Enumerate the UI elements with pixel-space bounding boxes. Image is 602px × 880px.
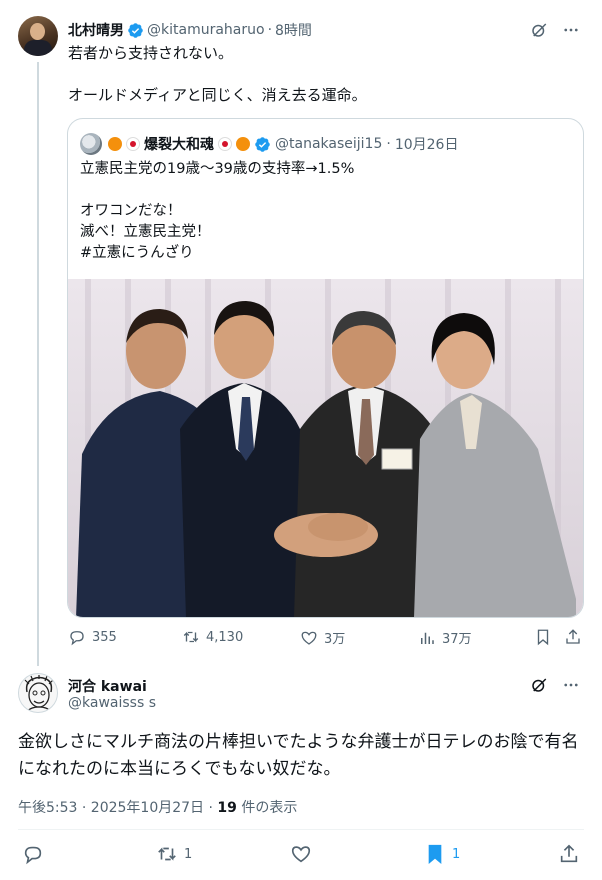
reply-view-label: 件の表示 [241, 800, 298, 816]
quoted-post-text: 立憲民主党の19歳〜39歳の支持率→1.5% オワコンだな！ 滅べ！立憲民主党！… [80, 159, 570, 264]
reply-icon [70, 631, 84, 646]
verified-badge-icon [128, 22, 143, 38]
author-name[interactable]: 北村晴男 [68, 20, 124, 40]
bookmark-icon [428, 844, 442, 865]
like-icon [291, 846, 311, 863]
views-icon [421, 632, 434, 644]
reply-text: 金欲しさにマルチ商法の片棒担いでたような弁護士が日テレのお陰で有名になれたのに本… [18, 732, 579, 779]
views-button[interactable]: 37万 [418, 628, 472, 647]
post-text-line [68, 64, 578, 85]
orange-circle-icon [236, 137, 250, 151]
reply-metadata: 午後5:53 · 2025年10月27日 · 19 件の表示 [18, 797, 297, 817]
like-button[interactable] [290, 843, 312, 865]
orange-circle-icon [108, 137, 122, 151]
post-action-bar: 355 4,130 3万 37万 [68, 628, 584, 652]
quoted-text-line: オワコンだな！ [80, 203, 182, 219]
quoted-author-avatar [80, 133, 102, 155]
reply-action-bar: 1 1 [18, 843, 584, 869]
repost-icon [183, 631, 199, 643]
reply-count: 355 [92, 629, 117, 645]
repost-count: 1 [184, 846, 193, 862]
quoted-text-line [80, 180, 570, 201]
grok-icon[interactable] [530, 676, 548, 694]
post-header: 北村晴男 @kitamuraharuo · 8時間 [68, 20, 312, 40]
verified-badge-icon [255, 136, 270, 152]
post-text: 若者から支持されない。 オールドメディアと同じく、消え去る運命。 [68, 43, 578, 106]
quoted-text-line: 滅べ！立憲民主党！ [80, 224, 211, 240]
like-count: 3万 [324, 632, 346, 647]
quoted-post-date: 10月26日 [394, 137, 459, 153]
bookmark-button[interactable] [534, 628, 552, 646]
quoted-text-line: 立憲民主党の19歳〜39歳の支持率→1.5% [80, 161, 355, 177]
share-icon [566, 629, 580, 644]
japan-flag-icon [218, 137, 232, 151]
quoted-author-name: 爆裂大和魂 [144, 137, 214, 153]
author-avatar[interactable] [18, 16, 58, 56]
reply-top-icons [530, 676, 580, 694]
like-button[interactable]: 3万 [300, 628, 345, 647]
reply-author-avatar[interactable] [18, 673, 58, 713]
reply-button[interactable] [22, 843, 44, 865]
author-handle[interactable]: @kitamuraharuo [147, 22, 265, 38]
hashtag-link[interactable]: #立憲にうんざり [80, 243, 570, 264]
reply-button[interactable]: 355 [68, 628, 117, 646]
separator-dot: · [386, 136, 391, 152]
share-button[interactable] [558, 843, 580, 865]
japan-flag-icon [126, 137, 140, 151]
repost-button[interactable]: 4,130 [182, 628, 243, 646]
grok-icon[interactable] [530, 21, 548, 39]
quoted-author-handle: @tanakaseiji15 [275, 136, 383, 152]
reply-author-name[interactable]: 河合 kawai [68, 676, 147, 696]
bookmark-count: 1 [452, 846, 461, 862]
repost-button[interactable]: 1 [156, 843, 192, 865]
bookmark-icon [537, 629, 549, 646]
quoted-post[interactable]: 爆裂大和魂 @tanakaseiji15 · 10月26日 立憲民主党の19歳〜… [67, 118, 584, 618]
like-icon [301, 631, 317, 645]
view-count: 37万 [442, 632, 472, 647]
reply-view-count: 19 [217, 800, 237, 816]
divider [18, 829, 584, 830]
thread-connector-line [37, 62, 39, 666]
repost-icon [158, 847, 176, 861]
repost-count: 4,130 [206, 629, 244, 645]
quoted-post-header: 爆裂大和魂 @tanakaseiji15 · 10月26日 [80, 133, 458, 155]
post-text-line: オールドメディアと同じく、消え去る運命。 [68, 86, 367, 104]
post-time[interactable]: 8時間 [275, 20, 312, 40]
more-icon[interactable] [562, 21, 580, 39]
post-top-icons [530, 21, 580, 39]
separator-dot: · [267, 22, 273, 38]
reply-icon [24, 846, 42, 865]
more-icon[interactable] [562, 676, 580, 694]
reply-author-handle[interactable]: @kawaisss s [68, 695, 156, 711]
post-text-line: 若者から支持されない。 [68, 44, 234, 62]
share-button[interactable] [564, 628, 582, 646]
reply-timestamp[interactable]: 午後5:53 · 2025年10月27日 · [18, 800, 213, 816]
bookmark-button[interactable]: 1 [424, 843, 460, 865]
quoted-post-photo[interactable] [68, 279, 583, 618]
share-icon [560, 844, 578, 863]
